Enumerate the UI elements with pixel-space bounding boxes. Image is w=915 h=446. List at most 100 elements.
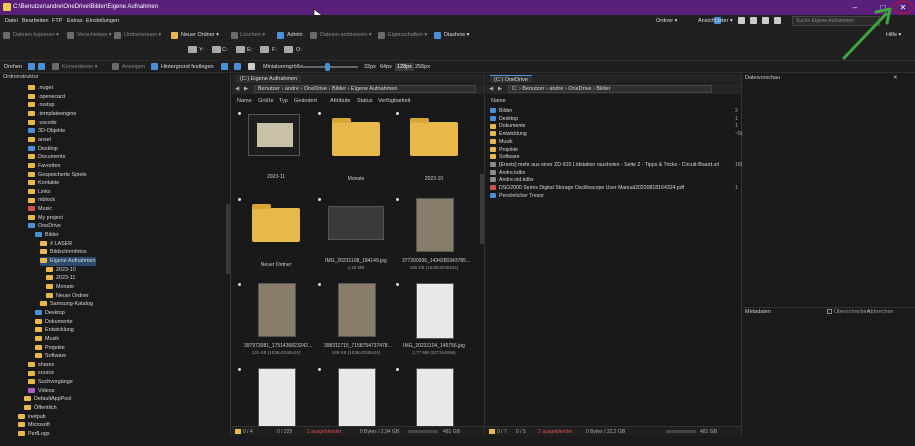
thumbnail-item[interactable]: 2023-11: [238, 110, 308, 190]
preview-close-icon[interactable]: ✕: [893, 75, 898, 81]
rotate-left-icon[interactable]: [28, 63, 35, 70]
tree-item[interactable]: source: [28, 369, 54, 378]
tree-item[interactable]: Bildschirmfotos: [40, 248, 87, 257]
tree-item[interactable]: My project: [28, 214, 63, 223]
menu-file[interactable]: Datei: [5, 18, 18, 24]
cancel-button[interactable]: Abbrechen: [867, 309, 894, 315]
pane-dual-icon[interactable]: [750, 17, 757, 24]
list-item[interactable]: [Ersetz] mehr aus einer ZD-915 Lötstatio…: [490, 162, 743, 170]
tree-item[interactable]: Music: [28, 205, 52, 214]
tree-item[interactable]: .openecard: [28, 93, 65, 102]
tree-item[interactable]: Desktop: [35, 309, 65, 318]
tree-item[interactable]: .nuget: [28, 84, 53, 93]
tab-eigene-aufnahmen[interactable]: (C:) Eigene Aufnahmen: [236, 75, 302, 83]
tree-item[interactable]: Samsung-Katalog: [40, 300, 93, 309]
lists-menu[interactable]: Lister ▾: [715, 18, 733, 24]
path-breadcrumb[interactable]: Benutzer › andre › OneDrive › Bilder › E…: [254, 85, 476, 93]
drive-e[interactable]: E:: [247, 47, 252, 53]
close-button[interactable]: ✕: [893, 1, 913, 14]
forward-icon[interactable]: ▶: [244, 86, 248, 92]
menu-settings[interactable]: Einstellungen: [86, 18, 119, 24]
tree-item[interactable]: .vscode: [28, 119, 57, 128]
col-attributes[interactable]: Attribute: [330, 98, 350, 104]
list-item[interactable]: Musik: [490, 139, 740, 147]
properties-button[interactable]: Eigenschaften ▾: [388, 32, 427, 38]
pane-scrollbar[interactable]: [480, 174, 484, 244]
back-icon[interactable]: ◀: [235, 86, 239, 92]
drive-o[interactable]: O:: [296, 47, 302, 53]
tree-item[interactable]: Documents: [28, 153, 65, 162]
menu-edit[interactable]: Bearbeiten: [22, 18, 49, 24]
move-button[interactable]: Verschieben ▾: [77, 32, 112, 38]
tree-item[interactable]: Neuer Ordner: [46, 292, 89, 301]
show-button[interactable]: Anzeigen: [122, 64, 145, 70]
tree-item[interactable]: .templateengine: [28, 110, 76, 119]
delete-button[interactable]: Löschen ▾: [240, 32, 265, 38]
tab-onedrive[interactable]: (C:) OneDrive: [490, 75, 532, 83]
tree-item[interactable]: # LASER: [40, 240, 72, 249]
col-type[interactable]: Typ: [279, 98, 288, 104]
size-256[interactable]: 256px: [415, 64, 430, 70]
list-item[interactable]: Dokumente 1: [490, 123, 740, 131]
menu-ftp[interactable]: FTP: [52, 18, 62, 24]
tree-item[interactable]: ansel: [28, 136, 51, 145]
list-item[interactable]: Andre.kdbx: [490, 170, 740, 178]
tree-item[interactable]: Videos: [28, 387, 54, 396]
tree-item[interactable]: Entwicklung: [35, 326, 74, 335]
menu-tools[interactable]: Extras: [67, 18, 83, 24]
set-wallpaper-button[interactable]: Hintergrund festlegen: [161, 64, 214, 70]
tree-item[interactable]: Dokumente: [35, 318, 73, 327]
tree-item[interactable]: Musik: [35, 335, 59, 344]
slideshow-button[interactable]: Diashow ▾: [444, 32, 469, 38]
tree-item[interactable]: Links: [28, 188, 51, 197]
list-item[interactable]: Persönlicher Tresor: [490, 193, 740, 201]
tree-item[interactable]: Monate: [46, 283, 74, 292]
tree-item[interactable]: Software: [35, 352, 66, 361]
thumbnail-item[interactable]: 397973081_1751436823242... 131 KB (1536x2…: [238, 281, 312, 361]
archive-button[interactable]: Dateien archivieren ▾: [320, 32, 372, 38]
thumb-icon[interactable]: [221, 63, 228, 70]
rotate-right-icon[interactable]: [38, 63, 45, 70]
tree-item[interactable]: 2023-11: [46, 274, 75, 283]
size-128[interactable]: 128px: [395, 63, 414, 71]
tree-item[interactable]: Microsoft: [18, 421, 50, 430]
tree-item[interactable]: Öffentlich: [24, 404, 57, 413]
tree-item[interactable]: Kontakte: [28, 179, 59, 188]
list-item[interactable]: DSO2000 Series Digital Storage Oscillosc…: [490, 185, 740, 193]
tree-item[interactable]: Eigene Aufnahmen: [40, 257, 96, 266]
drive-c[interactable]: C:: [222, 47, 228, 53]
slider-handle[interactable]: [325, 63, 330, 71]
tree-item[interactable]: inetpub: [18, 413, 46, 422]
tree-item[interactable]: Projekte: [35, 344, 65, 353]
col-name[interactable]: Name: [237, 98, 252, 104]
list-item[interactable]: Software: [490, 154, 740, 162]
drive-f[interactable]: F:: [272, 47, 277, 53]
thumbnail-item[interactable]: IMG_20231104_145756.jpg 2,77 MB (3072x409…: [396, 281, 466, 361]
col-name[interactable]: Name: [491, 98, 506, 104]
tree-item[interactable]: Desktop: [28, 145, 58, 154]
list-item[interactable]: Desktop 1: [490, 116, 740, 124]
path-breadcrumb[interactable]: C: › Benutzer › andre › OneDrive › Bilde…: [508, 85, 712, 93]
col-status[interactable]: Status: [357, 98, 373, 104]
copy-files-button[interactable]: Dateien kopieren ▾: [13, 32, 59, 38]
list-item[interactable]: Andre.old.kdbx: [490, 177, 740, 185]
thumbnail-item[interactable]: 398311715_7158754737478... 189 KB (1536x2…: [318, 281, 392, 361]
tree-item[interactable]: PerfLogs: [18, 430, 50, 439]
admin-button[interactable]: Admin: [287, 32, 303, 38]
size-32[interactable]: 32px: [364, 64, 376, 70]
col-size[interactable]: Größe: [258, 98, 274, 104]
thumbnail-item[interactable]: 2023-10: [396, 110, 466, 190]
convert-button[interactable]: Konvertieren ▾: [62, 64, 97, 70]
thumbnail-item[interactable]: IMG_20231108_184149.jpg 2,20 MB: [318, 196, 388, 276]
rename-button[interactable]: Umbenennen ▾: [124, 32, 161, 38]
pane-single-icon[interactable]: [738, 17, 745, 24]
list-item[interactable]: Bilder 2: [490, 108, 740, 116]
tree-item[interactable]: shares: [28, 361, 54, 370]
tree-item[interactable]: Suchvorgänge: [28, 378, 73, 387]
thumbnail-item[interactable]: Neuer Ordner: [238, 196, 308, 276]
col-modified[interactable]: Geändert: [294, 98, 317, 104]
col-availability[interactable]: Verfügbarkeit: [378, 98, 410, 104]
tree-item[interactable]: .rustup: [28, 101, 54, 110]
back-icon[interactable]: ◀: [489, 86, 493, 92]
overwrite-checkbox[interactable]: [827, 309, 832, 314]
